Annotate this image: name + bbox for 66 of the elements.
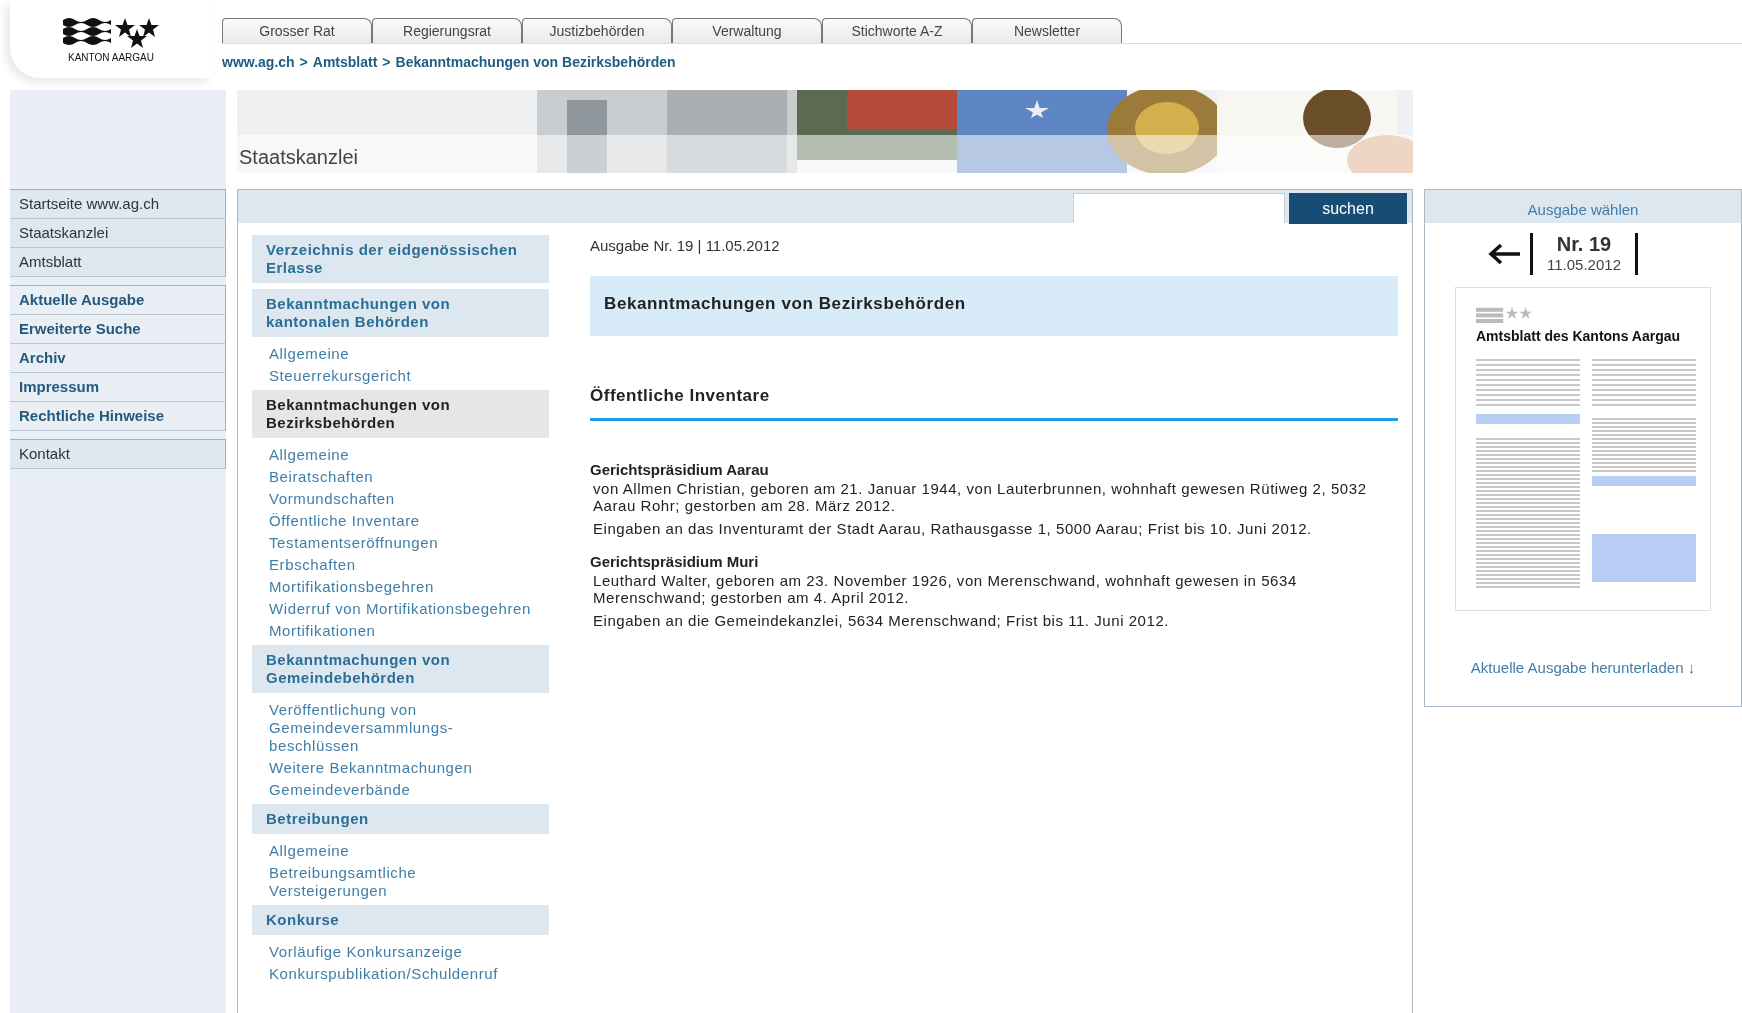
coat-of-arms-logo-icon	[61, 15, 161, 50]
subnav-link[interactable]: Konkurspublikation/Schuldenruf	[252, 963, 549, 985]
subnav-heading[interactable]: Bekanntmachungen von Bezirksbehörden	[252, 390, 549, 438]
subnav-link[interactable]: Mortifikationen	[252, 620, 549, 642]
subnav-link[interactable]: Allgemeine	[252, 343, 549, 365]
sidebar-item[interactable]: Erweiterte Suche	[10, 315, 226, 344]
download-link[interactable]: Aktuelle Ausgabe herunterladen ↓	[1470, 659, 1696, 676]
subnav-link[interactable]: Weitere Bekanntmachungen	[252, 757, 549, 779]
panel-header: Ausgabe wählen	[1425, 190, 1741, 223]
subnav-link[interactable]: Allgemeine	[252, 840, 549, 862]
notice-text: Leuthard Walter, geboren am 23. November 1926, von Merenschwand, wohnhaft gewesen in 5634 Merenschwand; gestorben am 4. April 2012.	[593, 572, 1298, 606]
issue-number: Nr. 19	[1555, 233, 1613, 256]
sidebar-item[interactable]: Amtsblatt	[10, 248, 226, 277]
subnav-heading[interactable]: Betreibungen	[252, 804, 549, 834]
cover-title: Amtsblatt des Kantons Aargau	[1476, 328, 1682, 344]
notice-text: Eingaben an das Inventuramt der Stadt Aarau, Rathausgasse 1, 5000 Aarau; Frist bis 10. Juni 2012.	[593, 520, 1313, 537]
arrow-left-icon[interactable]	[1488, 242, 1522, 266]
issue-date: 11.05.2012	[1547, 256, 1621, 273]
subnav-link[interactable]: Beiratschaften	[252, 466, 549, 488]
breadcrumb-link[interactable]: Amtsblatt	[312, 54, 378, 70]
court-name: Gerichtspräsidium Muri	[590, 553, 760, 570]
banner-title: Staatskanzlei	[238, 146, 359, 169]
notice-text: Eingaben an die Gemeindekanzlei, 5634 Merenschwand; Frist bis 11. Juni 2012.	[593, 612, 1170, 629]
breadcrumb-link[interactable]: Bekanntmachungen von Bezirksbehörden	[395, 54, 676, 70]
subnav-link[interactable]: Öffentliche Inventare	[252, 510, 549, 532]
subnav-heading[interactable]: Bekanntmachungen von kantonalen Behörden	[252, 289, 549, 337]
subnav-link[interactable]: Betreibungsamtliche Versteigerungen	[252, 862, 549, 902]
subsection-title: Öffentliche Inventare	[590, 386, 1398, 421]
sidebar-item[interactable]: Aktuelle Ausgabe	[10, 286, 226, 315]
subnav-link[interactable]: Vorläufige Konkursanzeige	[252, 941, 549, 963]
logo-icon	[1476, 306, 1532, 324]
cover-thumbnail[interactable]: Amtsblatt des Kantons Aargau	[1455, 287, 1711, 611]
breadcrumb-link[interactable]: www.ag.ch	[222, 54, 295, 70]
subnav-heading[interactable]: Verzeichnis der eidgenössischen Erlasse	[252, 235, 549, 283]
subnav-link[interactable]: Vormundschaften	[252, 488, 549, 510]
search-field[interactable]	[1073, 193, 1285, 223]
sidebar-item[interactable]: Impressum	[10, 373, 226, 402]
nav-tab[interactable]: Newsletter	[972, 18, 1122, 43]
logo-text: KANTON AARGAU	[68, 51, 154, 63]
subnav-heading[interactable]: Konkurse	[252, 905, 549, 935]
nav-tab[interactable]: Grosser Rat	[222, 18, 372, 43]
nav-tab[interactable]: Justizbehörden	[522, 18, 672, 43]
search-button[interactable]: suchen	[1289, 193, 1407, 224]
subnav-link[interactable]: Gemeindeverbände	[252, 779, 549, 801]
subnav-link[interactable]: Veröffentlichung von Gemeindeversammlungs-beschlüssen	[252, 699, 549, 757]
sidebar-item[interactable]: Archiv	[10, 344, 226, 373]
issue-label: Ausgabe Nr. 19 | 11.05.2012	[590, 237, 781, 254]
breadcrumb-separator: >	[382, 54, 391, 70]
notice-text: von Allmen Christian, geboren am 21. Januar 1944, von Lauterbrunnen, wohnhaft gewesen Rütiweg 2, 5032 Aarau Rohr; gestorben am 28. März 2012.	[593, 480, 1368, 514]
subnav-link[interactable]: Testamentseröffnungen	[252, 532, 549, 554]
subnav-heading[interactable]: Bekanntmachungen von Gemeindebehörden	[252, 645, 549, 693]
nav-tab[interactable]: Regierungsrat	[372, 18, 522, 43]
nav-tab[interactable]: Stichworte A-Z	[822, 18, 972, 43]
breadcrumb-separator: >	[299, 54, 308, 70]
subnav-link[interactable]: Mortifikationsbegehren	[252, 576, 549, 598]
section-title: Bekanntmachungen von Bezirksbehörden	[590, 276, 1398, 336]
sidebar-item[interactable]: Startseite www.ag.ch	[10, 190, 226, 219]
subnav-link[interactable]: Allgemeine	[252, 444, 549, 466]
subnav-link[interactable]: Steuerrekursgericht	[252, 365, 549, 387]
nav-tab[interactable]: Verwaltung	[672, 18, 822, 43]
subnav-link[interactable]: Erbschaften	[252, 554, 549, 576]
sidebar-item[interactable]: Staatskanzlei	[10, 219, 226, 248]
sidebar-item[interactable]: Rechtliche Hinweise	[10, 402, 226, 431]
subnav-link[interactable]: Widerruf von Mortifikationsbegehren	[252, 598, 549, 620]
sidebar-item[interactable]: Kontakt	[10, 440, 226, 469]
court-name: Gerichtspräsidium Aarau	[590, 461, 770, 478]
